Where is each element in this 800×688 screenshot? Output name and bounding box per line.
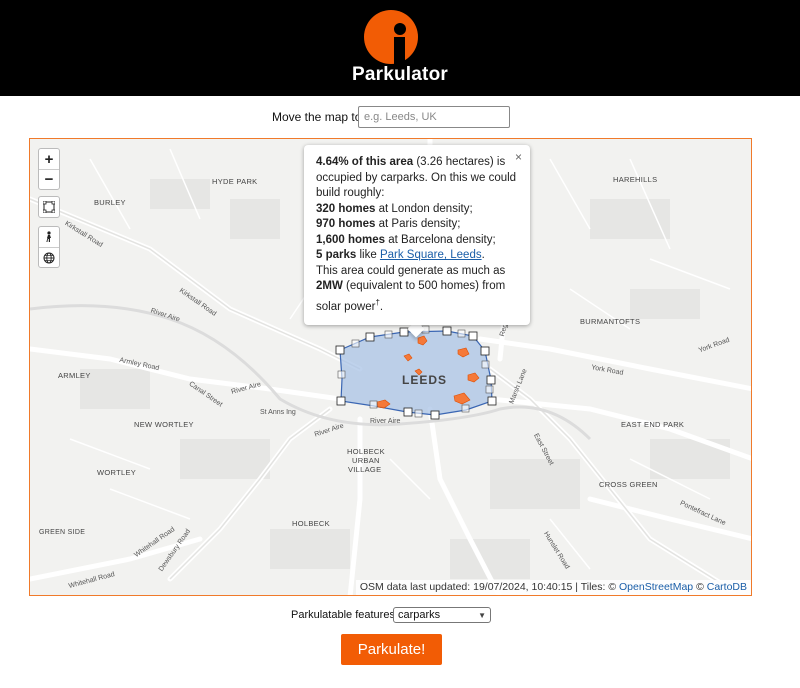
features-label: Parkulatable features:: [291, 609, 399, 621]
results-popup: × 4.64% of this area (3.26 hectares) is …: [304, 145, 530, 325]
chevron-down-icon: ▼: [478, 610, 486, 620]
move-map-row: Move the map to:: [0, 106, 800, 128]
parks-count: 5 parks: [316, 249, 357, 261]
polygon-draw-icon: [43, 201, 55, 213]
paris-text: at Paris density;: [375, 218, 461, 230]
site-header: Parkulator: [0, 0, 800, 96]
place-holbeck: HOLBECK: [292, 519, 330, 528]
cartodb-link[interactable]: CartoDB: [707, 581, 747, 593]
solar-end: .: [379, 300, 384, 313]
parks-text: like: [356, 249, 380, 261]
park-square-link[interactable]: Park Square, Leeds: [380, 249, 482, 261]
place-harehills: HAREHILLS: [613, 175, 658, 184]
barcelona-homes: 1,600 homes: [316, 233, 386, 246]
popup-close-button[interactable]: ×: [515, 150, 522, 166]
globe-button[interactable]: [39, 247, 59, 267]
attribution-separator: ©: [693, 581, 707, 593]
place-new-wortley: NEW WORTLEY: [134, 420, 194, 429]
solar-text: This area could generate as much as: [316, 264, 506, 277]
london-homes: 320 homes: [316, 202, 376, 215]
walker-icon: [46, 231, 51, 242]
place-burmantofts: BURMANTOFTS: [580, 317, 641, 326]
parkulator-logo-icon: [364, 10, 418, 64]
features-selected-value: carparks: [398, 609, 441, 621]
parkulate-button[interactable]: Parkulate!: [341, 634, 442, 665]
location-search-input[interactable]: [358, 106, 510, 128]
popup-paris: 970 homes at Paris density;: [316, 217, 518, 233]
features-row: Parkulatable features: carparks ▼: [0, 607, 800, 625]
brand-name: Parkulator: [352, 64, 448, 85]
tool-control: [38, 226, 60, 268]
place-holbeck-urban-village-1: HOLBECK: [347, 447, 385, 456]
walker-button[interactable]: [39, 227, 59, 247]
place-cross-green: CROSS GREEN: [599, 480, 658, 489]
popup-barcelona: 1,600 homes at Barcelona density;: [316, 233, 518, 249]
place-wortley: WORTLEY: [97, 468, 137, 477]
road-river-aire-4: River Aire: [370, 418, 401, 425]
place-east-end-park: EAST END PARK: [621, 420, 685, 429]
osm-updated-text: OSM data last updated: 19/07/2024, 10:40…: [359, 581, 620, 593]
zoom-out-button[interactable]: −: [39, 169, 59, 189]
paris-homes: 970 homes: [316, 218, 376, 230]
place-holbeck-urban-village-3: VILLAGE: [348, 465, 382, 474]
map-attribution: OSM data last updated: 19/07/2024, 10:40…: [355, 580, 751, 595]
polygon-draw-button[interactable]: [39, 197, 59, 217]
popup-percent: 4.64% of this area: [316, 156, 414, 168]
place-armley: ARMLEY: [58, 371, 91, 380]
place-green-side: GREEN SIDE: [39, 529, 86, 536]
barcelona-text: at Barcelona density;: [385, 233, 496, 246]
popup-solar: This area could generate as much as 2MW …: [316, 264, 518, 315]
draw-control: [38, 196, 60, 218]
london-text: at London density;: [375, 202, 473, 215]
popup-london: 320 homes at London density;: [316, 202, 518, 218]
zoom-control: + −: [38, 148, 60, 190]
solar-rest: (equivalent to 500 homes) from solar pow…: [316, 280, 506, 313]
solar-power: 2MW: [316, 280, 343, 292]
road-st-anns-ing: St Anns Ing: [260, 409, 296, 416]
parks-end: .: [481, 249, 485, 261]
features-select[interactable]: carparks ▼: [393, 607, 491, 623]
popup-summary: 4.64% of this area (3.26 hectares) is oc…: [316, 155, 518, 202]
place-leeds: LEEDS: [402, 373, 448, 387]
place-holbeck-urban-village-2: URBAN: [352, 456, 380, 465]
place-burley: BURLEY: [94, 198, 126, 207]
map-view[interactable]: HYDE PARK BURLEY HAREHILLS BURMANTOFTS A…: [29, 138, 752, 596]
move-map-label: Move the map to:: [272, 110, 365, 124]
globe-icon: [43, 252, 55, 263]
popup-parks: 5 parks like Park Square, Leeds.: [316, 248, 518, 264]
openstreetmap-link[interactable]: OpenStreetMap: [619, 581, 693, 593]
zoom-in-button[interactable]: +: [39, 149, 59, 169]
place-hyde-park: HYDE PARK: [212, 177, 258, 186]
